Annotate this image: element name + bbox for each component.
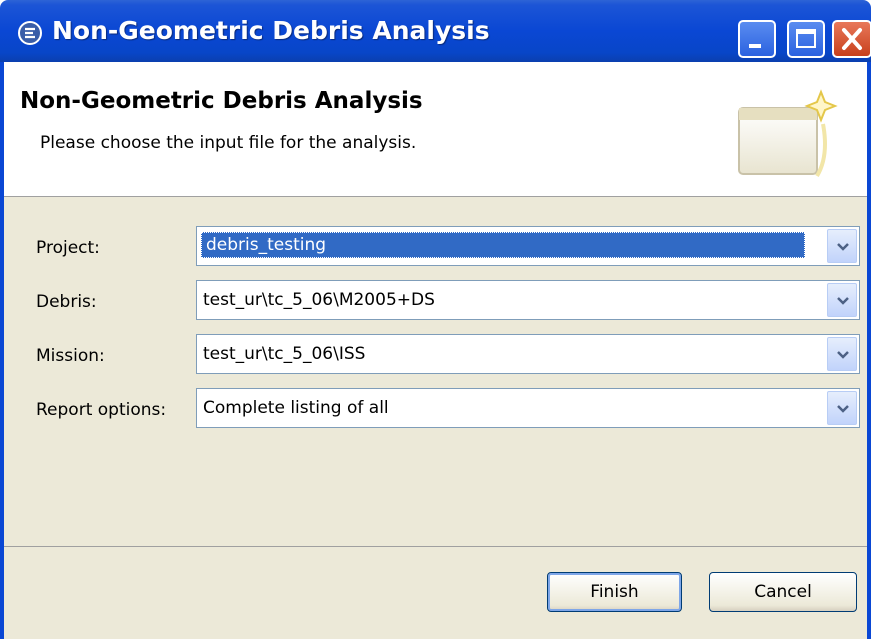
mission-value: test_ur\tc_5_06\ISS	[203, 344, 366, 364]
debris-value: test_ur\tc_5_06\M2005+DS	[203, 290, 435, 310]
window-frame-right	[867, 62, 871, 639]
report-options-dropdown[interactable]: Complete listing of all	[196, 388, 860, 428]
mission-dropdown[interactable]: test_ur\tc_5_06\ISS	[196, 334, 860, 374]
chevron-down-icon[interactable]	[827, 391, 857, 425]
wizard-banner-icon	[731, 86, 841, 186]
project-value: debris_testing	[201, 232, 805, 258]
debris-label: Debris:	[36, 292, 97, 312]
report-options-value: Complete listing of all	[203, 398, 389, 418]
report-options-label: Report options:	[36, 400, 167, 420]
wizard-body: Project: debris_testing Debris: test_ur\…	[4, 197, 867, 547]
chevron-down-icon[interactable]	[827, 283, 857, 317]
project-label: Project:	[36, 238, 100, 258]
chevron-down-icon[interactable]	[827, 337, 857, 371]
cancel-button[interactable]: Cancel	[709, 572, 857, 612]
header-title: Non-Geometric Debris Analysis	[20, 88, 423, 114]
close-button[interactable]	[832, 20, 871, 58]
mission-label: Mission:	[36, 346, 105, 366]
finish-button[interactable]: Finish	[547, 572, 682, 612]
title-bar[interactable]: Non-Geometric Debris Analysis	[0, 0, 871, 62]
eclipse-app-icon	[18, 21, 42, 45]
wizard-footer: Finish Cancel	[4, 547, 867, 639]
project-dropdown[interactable]: debris_testing	[196, 226, 860, 266]
wizard-header: Non-Geometric Debris Analysis Please cho…	[4, 62, 867, 197]
minimize-button[interactable]	[738, 20, 776, 58]
dialog-window: Non-Geometric Debris Analysis Non-Geomet…	[0, 0, 871, 639]
header-description: Please choose the input file for the ana…	[40, 133, 417, 153]
debris-dropdown[interactable]: test_ur\tc_5_06\M2005+DS	[196, 280, 860, 320]
window-title: Non-Geometric Debris Analysis	[52, 16, 490, 45]
chevron-down-icon[interactable]	[827, 229, 857, 263]
maximize-button[interactable]	[787, 20, 825, 58]
